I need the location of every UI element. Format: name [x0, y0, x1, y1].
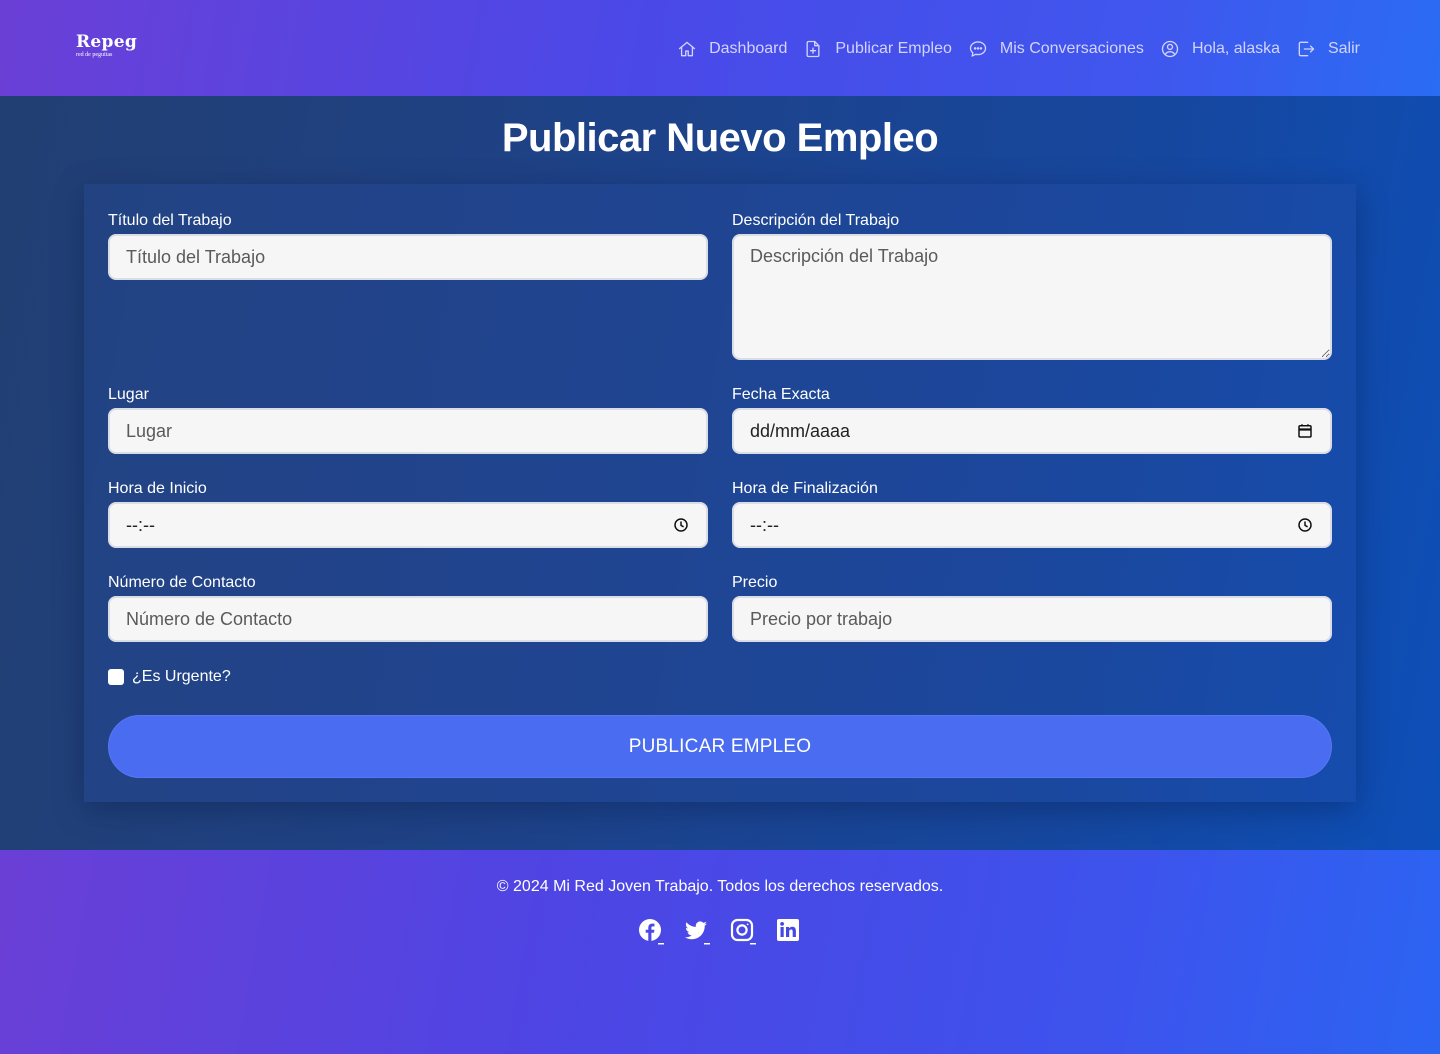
facebook-icon	[639, 919, 664, 945]
descripcion-label: Descripción del Trabajo	[732, 212, 900, 229]
hora-inicio-time-input[interactable]: --:--	[108, 502, 708, 548]
field-lugar: Lugar	[108, 386, 708, 454]
linkedin-icon	[777, 919, 799, 941]
nav-label: Salir	[1327, 40, 1360, 57]
page-title: Publicar Nuevo Empleo	[501, 116, 939, 160]
precio-label: Precio	[732, 574, 778, 591]
social-links	[638, 918, 802, 946]
job-form-card: Título del Trabajo Descripción del Traba…	[84, 184, 1356, 802]
nav-item-publicar-empleo[interactable]: Publicar Empleo	[803, 36, 952, 62]
nav-item-mis-conversaciones[interactable]: Mis Conversaciones	[968, 36, 1144, 62]
nav-item-salir[interactable]: Salir	[1296, 36, 1360, 62]
hora-fin-value: --:--	[750, 514, 779, 535]
descripcion-textarea[interactable]	[732, 234, 1332, 360]
lugar-input[interactable]	[108, 408, 708, 454]
nav-label: Mis Conversaciones	[999, 40, 1144, 57]
nav-label: Dashboard	[709, 40, 788, 57]
nav-label: Hola, alaska	[1191, 40, 1280, 57]
file-plus-icon	[806, 40, 820, 58]
titulo-input[interactable]	[108, 234, 708, 280]
main-content: Publicar Nuevo Empleo Título del Trabajo…	[0, 96, 1440, 850]
titulo-label: Título del Trabajo	[108, 212, 232, 229]
logo-subtitle: red de peguitas	[76, 52, 113, 58]
fecha-label: Fecha Exacta	[732, 386, 830, 403]
footer: © 2024 Mi Red Joven Trabajo. Todos los d…	[0, 850, 1440, 1054]
lugar-label: Lugar	[108, 386, 149, 403]
facebook-link[interactable]	[638, 918, 664, 946]
hora-fin-time-input[interactable]: --:--	[732, 502, 1332, 548]
urgente-checkbox[interactable]	[108, 669, 124, 685]
precio-input[interactable]	[732, 596, 1332, 642]
nav-item-dashboard[interactable]: Dashboard	[677, 36, 787, 62]
hora-inicio-value: --:--	[126, 514, 155, 535]
twitter-icon	[685, 921, 710, 945]
contacto-label: Número de Contacto	[108, 574, 256, 591]
field-fecha: Fecha Exacta dd/mm/aaaa	[732, 386, 1332, 454]
fecha-value: dd/mm/aaaa	[750, 420, 851, 441]
publicar-empleo-button[interactable]: PUBLICAR EMPLEO	[108, 715, 1332, 778]
hora-fin-label: Hora de Finalización	[732, 480, 878, 497]
field-hora-fin: Hora de Finalización --:--	[732, 480, 1332, 548]
urgente-label: ¿Es Urgente?	[132, 668, 231, 685]
top-navbar: Repeg red de peguitas Dashboard Publicar…	[0, 0, 1440, 96]
contacto-input[interactable]	[108, 596, 708, 642]
nav-item-user-greeting[interactable]: Hola, alaska	[1160, 36, 1280, 62]
linkedin-link[interactable]	[776, 918, 802, 946]
user-circle-icon	[1161, 40, 1179, 58]
clock-icon[interactable]	[1296, 516, 1314, 534]
instagram-icon	[730, 918, 756, 945]
field-descripcion: Descripción del Trabajo	[732, 212, 1332, 360]
field-precio: Precio	[732, 574, 1332, 642]
fecha-date-input[interactable]: dd/mm/aaaa	[732, 408, 1332, 454]
field-titulo: Título del Trabajo	[108, 212, 708, 280]
hora-inicio-label: Hora de Inicio	[108, 480, 207, 497]
calendar-icon[interactable]	[1296, 422, 1314, 440]
chat-bubble-icon	[969, 41, 987, 57]
instagram-link[interactable]	[730, 918, 756, 946]
twitter-link[interactable]	[684, 918, 710, 946]
urgente-checkbox-row[interactable]: ¿Es Urgente?	[108, 668, 231, 686]
brand-logo[interactable]: Repeg red de peguitas	[76, 32, 146, 62]
footer-copyright: © 2024 Mi Red Joven Trabajo. Todos los d…	[496, 878, 944, 895]
logout-icon	[1298, 41, 1315, 57]
nav-menu: Dashboard Publicar Empleo Mis Conversaci…	[661, 36, 1360, 62]
home-icon	[678, 41, 696, 57]
clock-icon[interactable]	[672, 516, 690, 534]
nav-label: Publicar Empleo	[835, 40, 952, 57]
field-hora-inicio: Hora de Inicio --:--	[108, 480, 708, 548]
field-contacto: Número de Contacto	[108, 574, 708, 642]
logo-word: Repeg	[76, 32, 138, 52]
